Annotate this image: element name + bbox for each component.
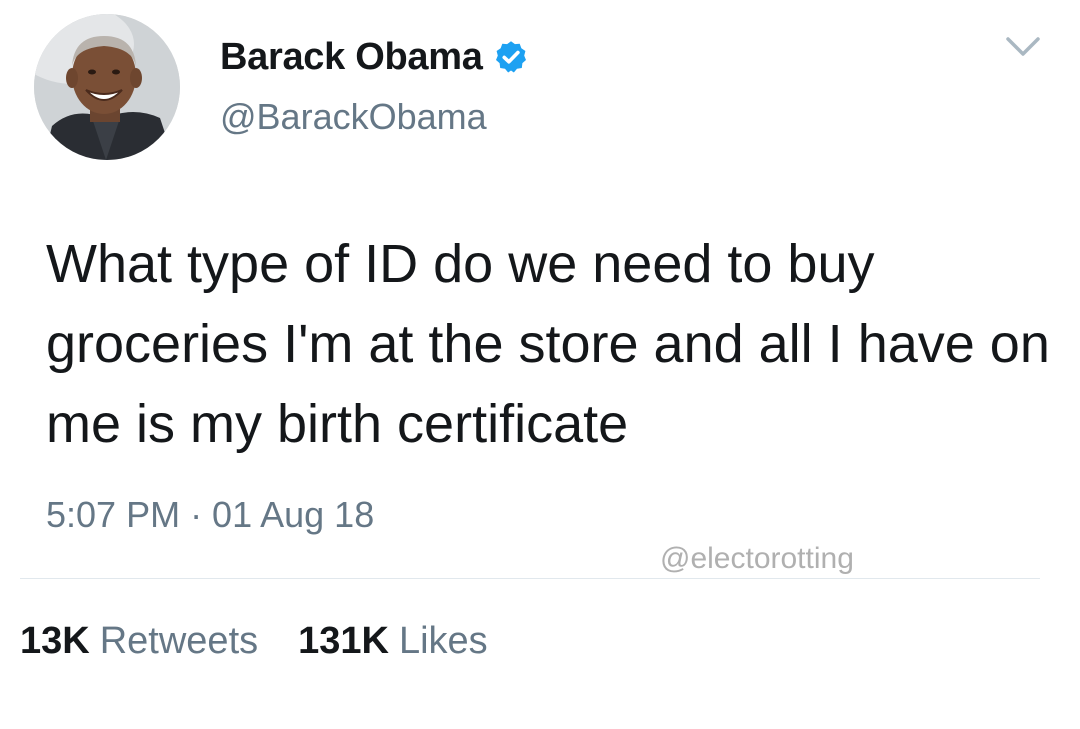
divider [20,578,1040,579]
author-name-row: Barack Obama [220,34,529,80]
tweet-card: Barack Obama @BarackObama What type of I… [0,0,1080,729]
author-display-name[interactable]: Barack Obama [220,36,483,79]
likes-stat[interactable]: 131K Likes [298,620,488,663]
chevron-down-icon[interactable] [1004,34,1042,60]
watermark: @electorotting [660,542,854,575]
tweet-timestamp[interactable]: 5:07 PM · 01 Aug 18 [46,494,374,536]
retweets-stat[interactable]: 13K Retweets [20,620,258,663]
tweet-stats: 13K Retweets 131K Likes [20,620,488,663]
likes-count: 131K [298,620,389,662]
verified-badge-icon [493,39,529,75]
retweets-label: Retweets [99,620,259,662]
avatar[interactable] [34,14,180,160]
likes-label: Likes [398,620,488,662]
tweet-text: What type of ID do we need to buy grocer… [46,234,1050,454]
author-handle[interactable]: @BarackObama [220,96,487,138]
retweets-count: 13K [20,620,90,662]
profile-photo-icon [34,14,180,160]
